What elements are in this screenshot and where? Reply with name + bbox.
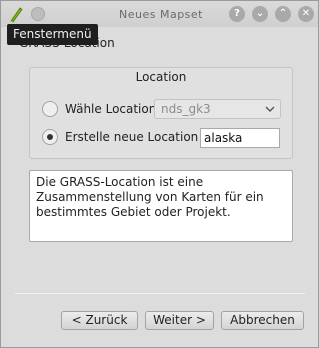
select-location-radio[interactable]	[42, 101, 58, 117]
pencil-icon[interactable]	[8, 5, 24, 23]
maximize-button[interactable]: ⌃	[275, 6, 291, 22]
create-location-radio[interactable]	[42, 129, 58, 145]
window-menu-tooltip: Fenstermenü	[7, 24, 98, 45]
back-button[interactable]: < Zurück	[61, 311, 138, 330]
window-menu-button[interactable]	[31, 7, 45, 21]
location-select-value: nds_gk3	[161, 102, 211, 116]
window-title: Neues Mapset	[119, 8, 203, 21]
location-group-title: Location	[135, 70, 187, 84]
create-location-label[interactable]: Erstelle neue Location	[65, 130, 198, 144]
new-location-input[interactable]: alaska	[200, 128, 280, 148]
location-description: Die GRASS-Location ist eine Zusammenstel…	[29, 170, 293, 242]
minimize-button[interactable]: ⌄	[252, 6, 268, 22]
location-group: Location Wähle Location nds_gk3 Erstelle…	[29, 67, 293, 159]
location-select[interactable]: nds_gk3	[154, 99, 281, 119]
next-button[interactable]: Weiter >	[145, 311, 214, 330]
cancel-button[interactable]: Abbrechen	[221, 311, 304, 330]
select-location-label[interactable]: Wähle Location	[65, 102, 156, 116]
close-button[interactable]: ✕	[298, 6, 314, 22]
chevron-down-icon	[265, 106, 275, 112]
help-button[interactable]: ?	[229, 6, 245, 22]
new-mapset-dialog: Neues Mapset ? ⌄ ⌃ ✕ GRASS-Location Fens…	[0, 0, 319, 348]
divider	[15, 293, 305, 294]
